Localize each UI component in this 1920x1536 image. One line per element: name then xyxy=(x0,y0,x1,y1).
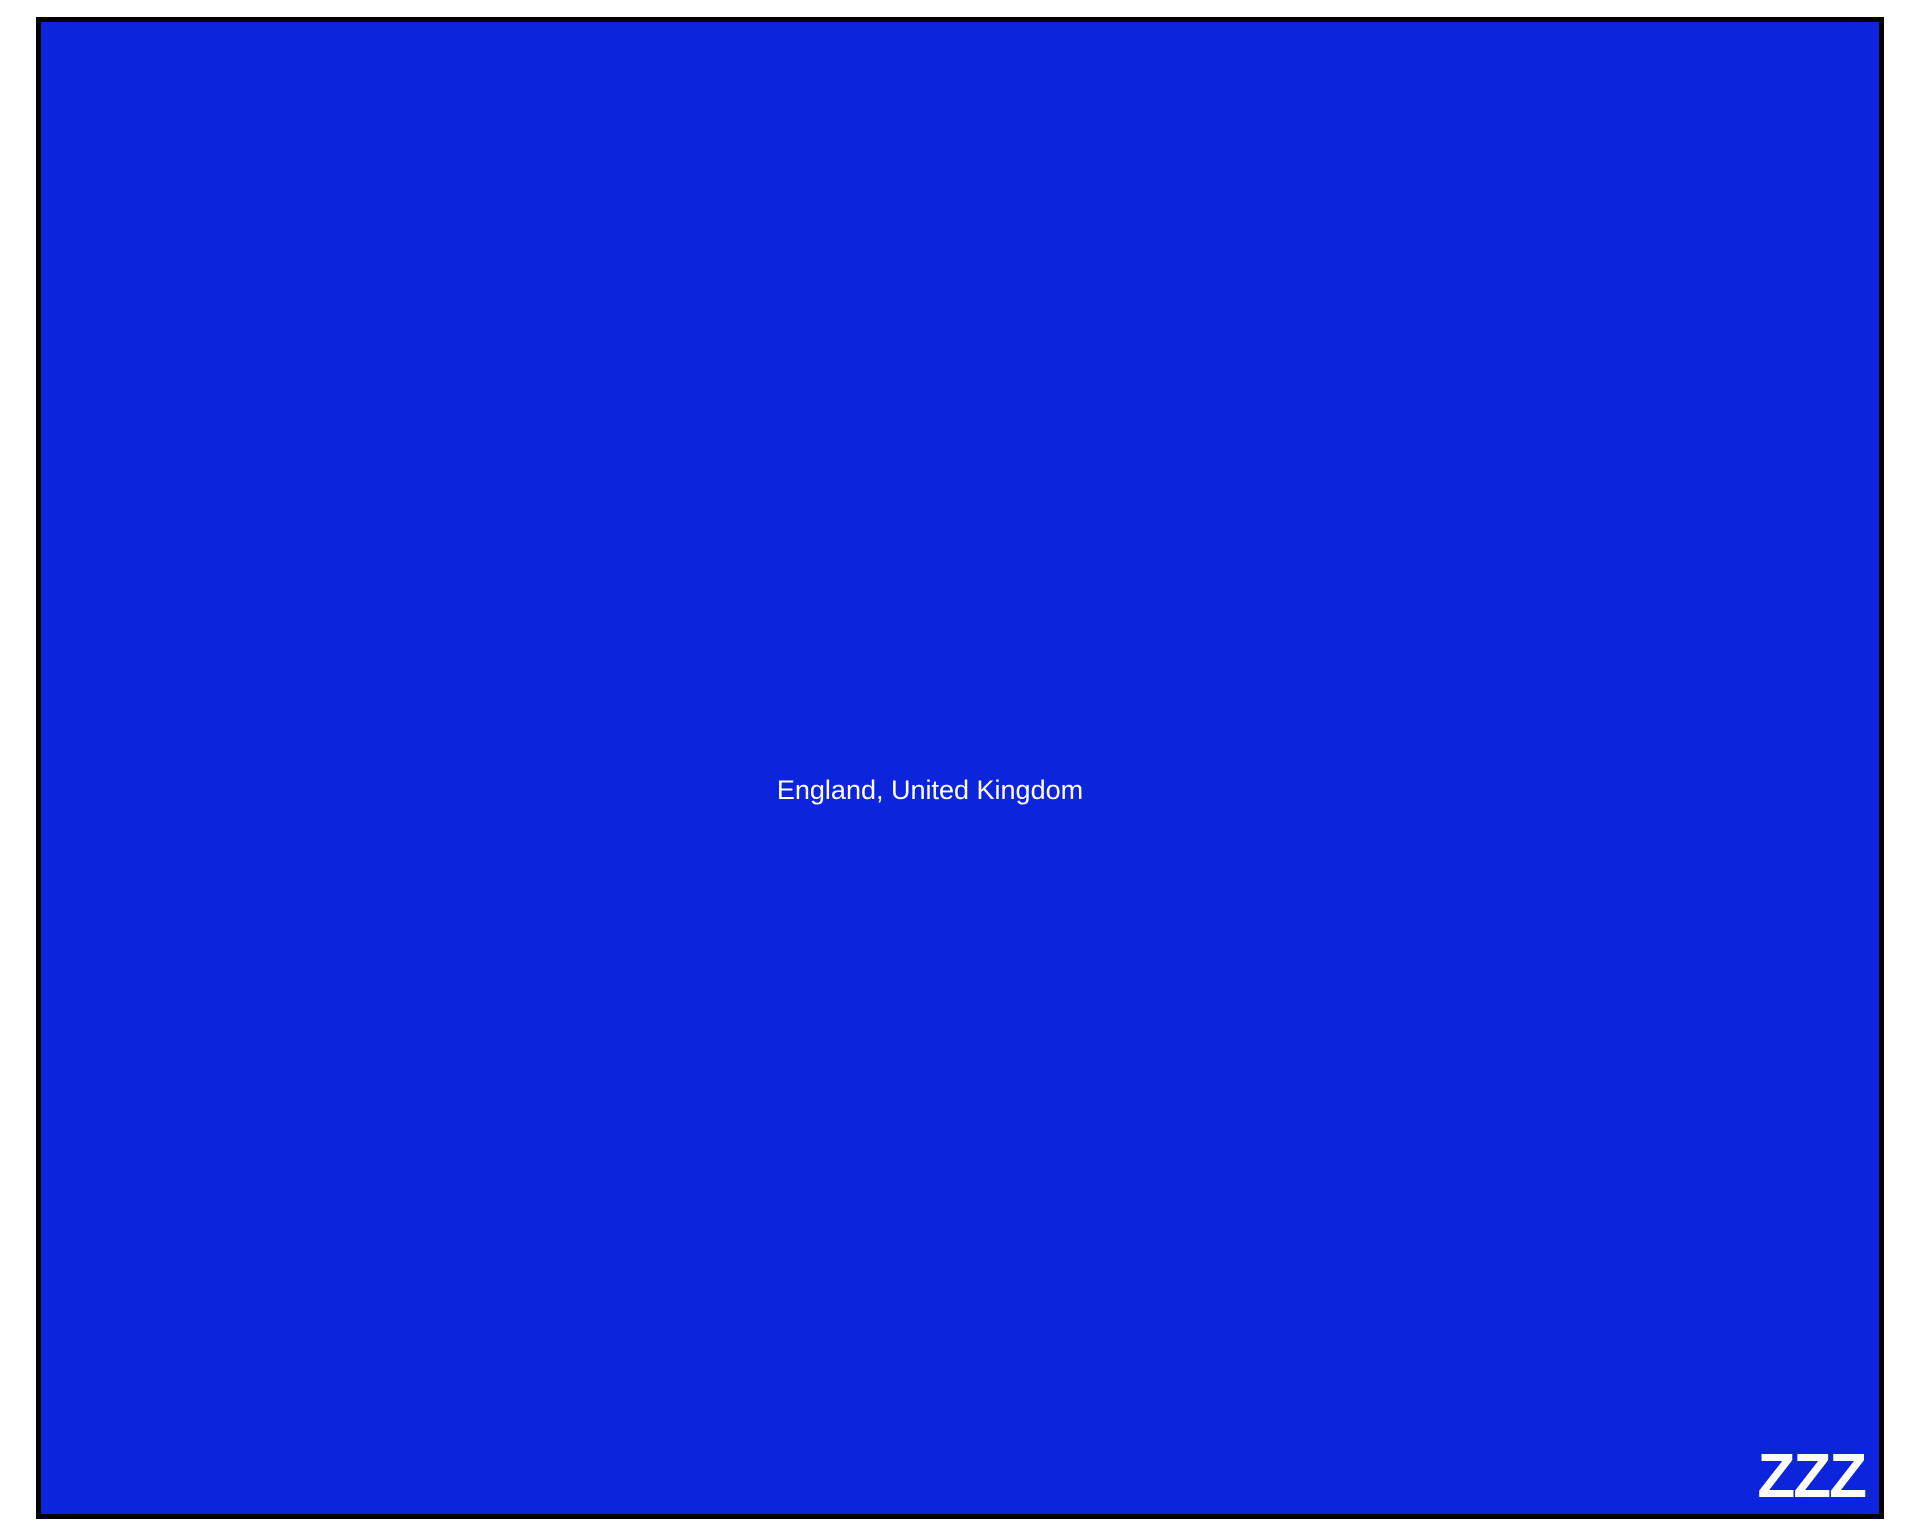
location-label: England, United Kingdom xyxy=(776,775,1084,805)
brand-logo: ZZZ xyxy=(1757,1442,1867,1511)
map-canvas[interactable]: England, United Kingdom ZZZ xyxy=(36,17,1884,1519)
